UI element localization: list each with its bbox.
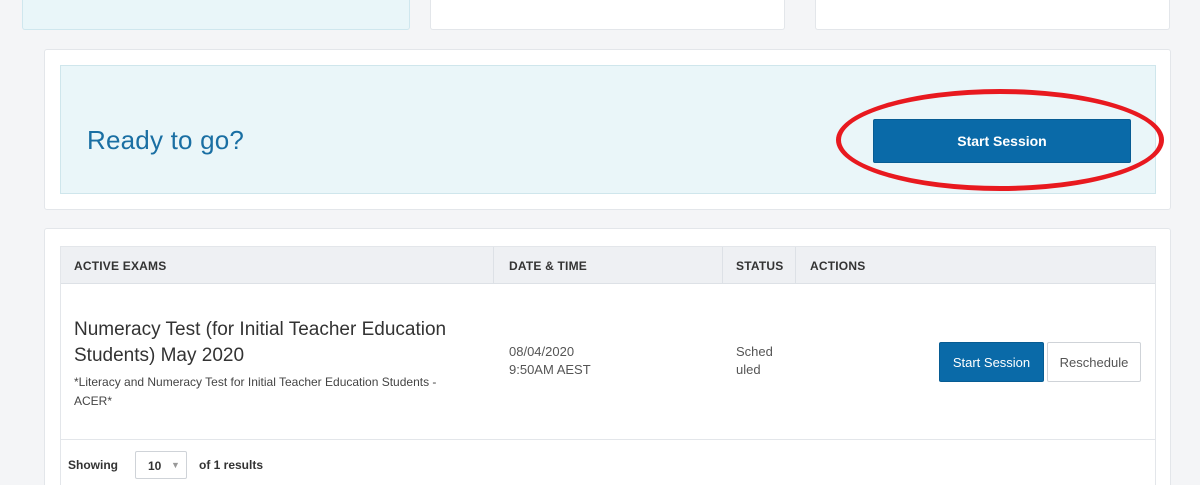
column-divider: [795, 247, 796, 284]
top-card-middle: [430, 0, 785, 30]
exam-title: Numeracy Test (for Initial Teacher Educa…: [74, 319, 447, 366]
column-divider: [722, 247, 723, 284]
top-card-left: [22, 0, 410, 30]
header-active-exams: ACTIVE EXAMS: [74, 259, 167, 273]
page-size-value: 10: [148, 459, 162, 473]
table-row: Numeracy Test (for Initial Teacher Educa…: [61, 285, 1155, 440]
active-exams-table: ACTIVE EXAMS DATE & TIME STATUS ACTIONS …: [60, 246, 1156, 485]
page-size-select[interactable]: 10 ▼: [135, 451, 187, 479]
start-session-button[interactable]: Start Session: [873, 119, 1131, 163]
active-exams-panel: ACTIVE EXAMS DATE & TIME STATUS ACTIONS …: [44, 228, 1171, 485]
chevron-down-icon: ▼: [171, 460, 180, 470]
header-date-time: DATE & TIME: [509, 259, 587, 273]
ready-panel: Ready to go? Start Session: [44, 49, 1171, 210]
exam-date: 08/04/2020: [509, 344, 575, 359]
ready-banner: Ready to go? Start Session: [60, 65, 1156, 194]
header-status: STATUS: [736, 259, 784, 273]
exam-subtitle: *Literacy and Numeracy Test for Initial …: [74, 375, 437, 408]
showing-label: Showing: [68, 458, 118, 472]
table-header: ACTIVE EXAMS DATE & TIME STATUS ACTIONS: [61, 247, 1155, 284]
row-start-session-button[interactable]: Start Session: [939, 342, 1044, 382]
ready-title: Ready to go?: [87, 125, 245, 155]
top-card-right: [815, 0, 1170, 30]
results-count: of 1 results: [199, 458, 264, 472]
exam-status-line1: Sched: [736, 344, 773, 359]
exam-time: 9:50AM AEST: [509, 362, 591, 377]
exam-status-line2: uled: [736, 362, 761, 377]
column-divider: [493, 247, 494, 284]
header-actions: ACTIONS: [810, 259, 866, 273]
reschedule-button[interactable]: Reschedule: [1047, 342, 1141, 382]
table-footer: Showing 10 ▼ of 1 results: [61, 441, 1155, 485]
